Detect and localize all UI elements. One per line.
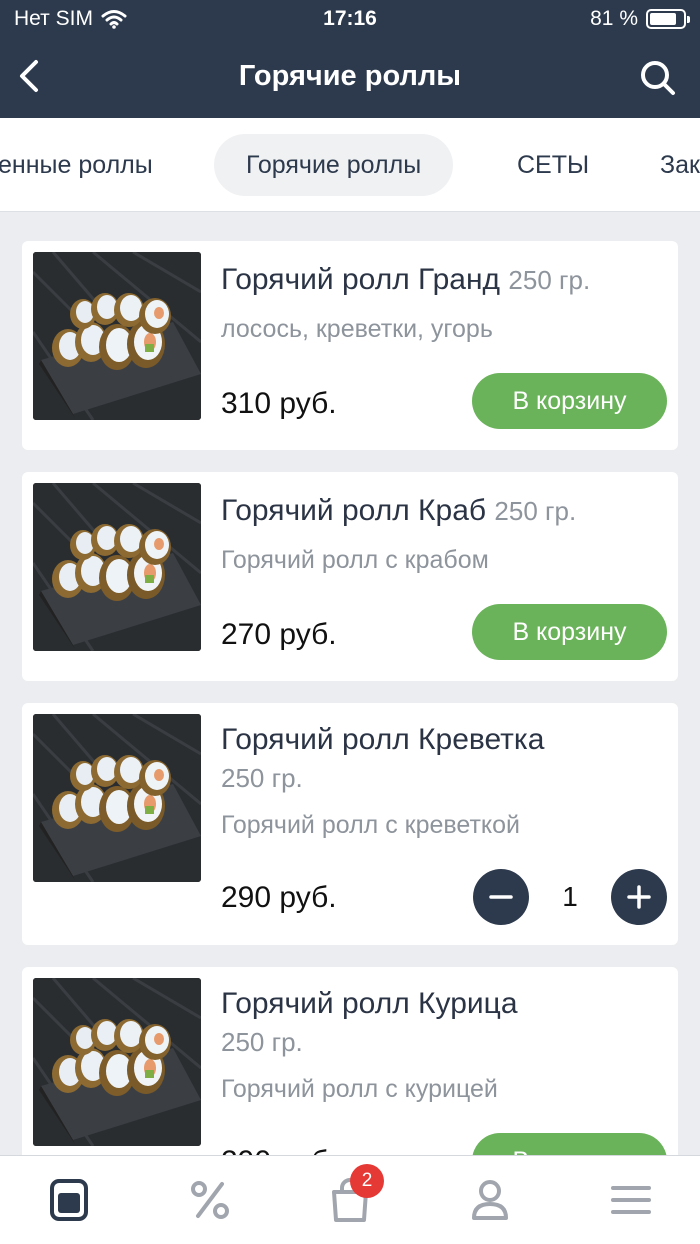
product-description: лосось, креветки, угорь bbox=[221, 315, 493, 343]
quantity-stepper: 1 bbox=[473, 869, 667, 925]
nav-bar: Горячие роллы bbox=[0, 36, 700, 118]
menu-icon bbox=[50, 1179, 88, 1221]
product-weight: 250 гр. bbox=[494, 496, 577, 526]
hamburger-icon bbox=[611, 1186, 651, 1214]
product-name: Горячий ролл Гранд bbox=[221, 263, 501, 296]
tab-more[interactable] bbox=[607, 1176, 655, 1224]
add-to-cart-button[interactable]: В корзину bbox=[472, 604, 667, 660]
product-weight: 250 гр. bbox=[508, 265, 591, 295]
battery-icon bbox=[646, 9, 690, 29]
bottom-tab-bar: 2 bbox=[0, 1155, 700, 1244]
category-tabs: енные роллы Горячие роллы СЕТЫ Зак bbox=[0, 118, 700, 212]
percent-icon bbox=[191, 1181, 229, 1219]
plus-icon bbox=[627, 885, 651, 909]
product-image bbox=[33, 252, 201, 420]
product-card[interactable]: Горячий ролл Гранд 250 гр. лосось, креве… bbox=[22, 241, 678, 450]
decrease-button[interactable] bbox=[473, 869, 529, 925]
minus-icon bbox=[489, 895, 513, 899]
product-card[interactable]: Горячий ролл Креветка 250 гр. Горячий ро… bbox=[22, 703, 678, 945]
product-title: Горячий ролл Краб 250 гр. bbox=[221, 494, 576, 528]
product-name: Горячий ролл Краб bbox=[221, 494, 487, 527]
product-image bbox=[33, 483, 201, 651]
product-price: 290 руб. bbox=[221, 881, 337, 914]
search-icon[interactable] bbox=[636, 56, 680, 100]
product-description: Горячий ролл с курицей bbox=[221, 1075, 498, 1103]
cart-count-badge: 2 bbox=[350, 1164, 384, 1198]
product-name: Горячий ролл Креветка bbox=[221, 723, 545, 756]
product-description: Горячий ролл с креветкой bbox=[221, 811, 521, 839]
tab-menu[interactable] bbox=[45, 1176, 93, 1224]
product-title: Горячий ролл Гранд 250 гр. bbox=[221, 263, 590, 297]
tab-cart[interactable]: 2 bbox=[326, 1164, 384, 1224]
increase-button[interactable] bbox=[611, 869, 667, 925]
product-card[interactable]: Горячий ролл Краб 250 гр. Горячий ролл с… bbox=[22, 472, 678, 681]
product-price: 270 руб. bbox=[221, 618, 337, 651]
product-weight: 250 гр. bbox=[221, 1027, 303, 1057]
tab-hot-rolls[interactable]: Горячие роллы bbox=[214, 134, 454, 196]
tab-promotions[interactable] bbox=[186, 1176, 234, 1224]
profile-icon bbox=[472, 1180, 508, 1220]
page-title: Горячие роллы bbox=[238, 60, 462, 92]
product-image bbox=[33, 978, 201, 1146]
tab-sets[interactable]: СЕТЫ bbox=[517, 134, 589, 196]
product-name: Горячий ролл Курица bbox=[221, 987, 518, 1020]
tab-baked-rolls[interactable]: енные роллы bbox=[0, 134, 153, 196]
tab-snacks[interactable]: Зак bbox=[660, 134, 700, 196]
tab-profile[interactable] bbox=[466, 1176, 514, 1224]
add-to-cart-button[interactable]: В корзину bbox=[472, 373, 667, 429]
battery-info: 81 % bbox=[590, 7, 690, 31]
battery-percent: 81 % bbox=[590, 7, 638, 30]
product-weight: 250 гр. bbox=[221, 763, 303, 793]
product-description: Горячий ролл с крабом bbox=[221, 546, 489, 574]
quantity-value: 1 bbox=[562, 881, 578, 912]
product-image bbox=[33, 714, 201, 882]
status-bar: Нет SIM 17:16 81 % bbox=[0, 0, 700, 36]
product-price: 310 руб. bbox=[221, 387, 337, 420]
